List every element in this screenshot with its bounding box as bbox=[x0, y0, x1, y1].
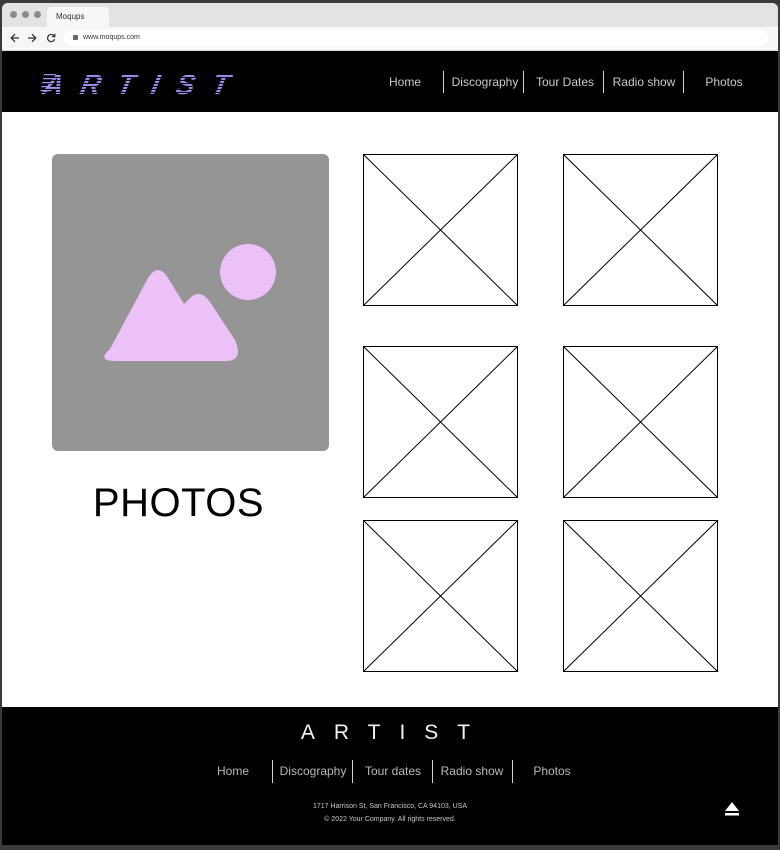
footer-nav-discography[interactable]: Discography bbox=[278, 759, 348, 783]
browser-tab-bar: Moqups bbox=[2, 3, 778, 27]
nav-divider bbox=[523, 71, 524, 93]
footer-nav-tour-dates[interactable]: Tour dates bbox=[360, 759, 426, 783]
footer-nav-home[interactable]: Home bbox=[210, 759, 256, 783]
placeholder-cross bbox=[564, 347, 717, 497]
hero-image bbox=[52, 154, 329, 451]
footer-logo[interactable]: ARTIST bbox=[2, 717, 778, 749]
footer-nav-divider bbox=[352, 760, 353, 783]
page-title: PHOTOS bbox=[92, 481, 265, 525]
nav-divider bbox=[683, 71, 684, 93]
forward-arrow-icon[interactable] bbox=[27, 31, 37, 49]
placeholder-cross bbox=[564, 155, 717, 305]
site-header: ARTIST Home Discography Tour Dates Radio… bbox=[2, 51, 778, 112]
nav-home[interactable]: Home bbox=[382, 70, 428, 94]
footer-nav-radio-show[interactable]: Radio show bbox=[438, 759, 506, 783]
site-footer: ARTIST Home Discography Tour dates Radio… bbox=[2, 707, 778, 845]
window-close-dot[interactable] bbox=[10, 11, 17, 18]
nav-divider bbox=[603, 71, 604, 93]
image-placeholder bbox=[563, 346, 718, 498]
window-maximize-dot[interactable] bbox=[34, 11, 41, 18]
image-placeholder bbox=[363, 346, 518, 498]
mountain-sun-image-icon bbox=[104, 244, 276, 361]
image-placeholder bbox=[363, 520, 518, 672]
footer-nav-photos[interactable]: Photos bbox=[530, 759, 574, 783]
placeholder-cross bbox=[364, 521, 517, 671]
back-arrow-icon[interactable] bbox=[10, 31, 20, 49]
eject-up-icon[interactable] bbox=[724, 801, 740, 817]
footer-nav-divider bbox=[512, 760, 513, 783]
url-field[interactable]: www.moqups.com bbox=[64, 30, 768, 46]
browser-tab-title: Moqups bbox=[56, 12, 85, 21]
nav-tour-dates[interactable]: Tour Dates bbox=[531, 70, 599, 94]
footer-nav-divider bbox=[272, 760, 273, 783]
placeholder-cross bbox=[564, 521, 717, 671]
nav-divider bbox=[443, 71, 444, 93]
nav-radio-show[interactable]: Radio show bbox=[610, 70, 678, 94]
image-placeholder bbox=[563, 520, 718, 672]
address-bar: www.moqups.com bbox=[2, 27, 778, 51]
footer-nav-divider bbox=[432, 760, 433, 783]
url-text: www.moqups.com bbox=[83, 34, 140, 41]
footer-copyright: © 2022 Your Company. All rights reserved… bbox=[324, 816, 456, 823]
reload-icon[interactable] bbox=[46, 31, 56, 49]
browser-window: Moqups www.moqups.com ARTIST Home Discog… bbox=[2, 3, 778, 845]
photos-section: PHOTOS bbox=[2, 112, 778, 707]
image-placeholder bbox=[563, 154, 718, 306]
nav-photos[interactable]: Photos bbox=[702, 70, 746, 94]
placeholder-cross bbox=[364, 155, 517, 305]
nav-discography[interactable]: Discography bbox=[449, 70, 521, 94]
lock-icon bbox=[73, 35, 78, 40]
image-placeholder bbox=[363, 154, 518, 306]
browser-tab[interactable]: Moqups bbox=[47, 7, 109, 27]
footer-address: 1717 Harrison St, San Francisco, CA 9410… bbox=[312, 803, 468, 810]
window-minimize-dot[interactable] bbox=[22, 11, 29, 18]
placeholder-cross bbox=[364, 347, 517, 497]
main-nav: Home Discography Tour Dates Radio show P… bbox=[2, 70, 778, 94]
